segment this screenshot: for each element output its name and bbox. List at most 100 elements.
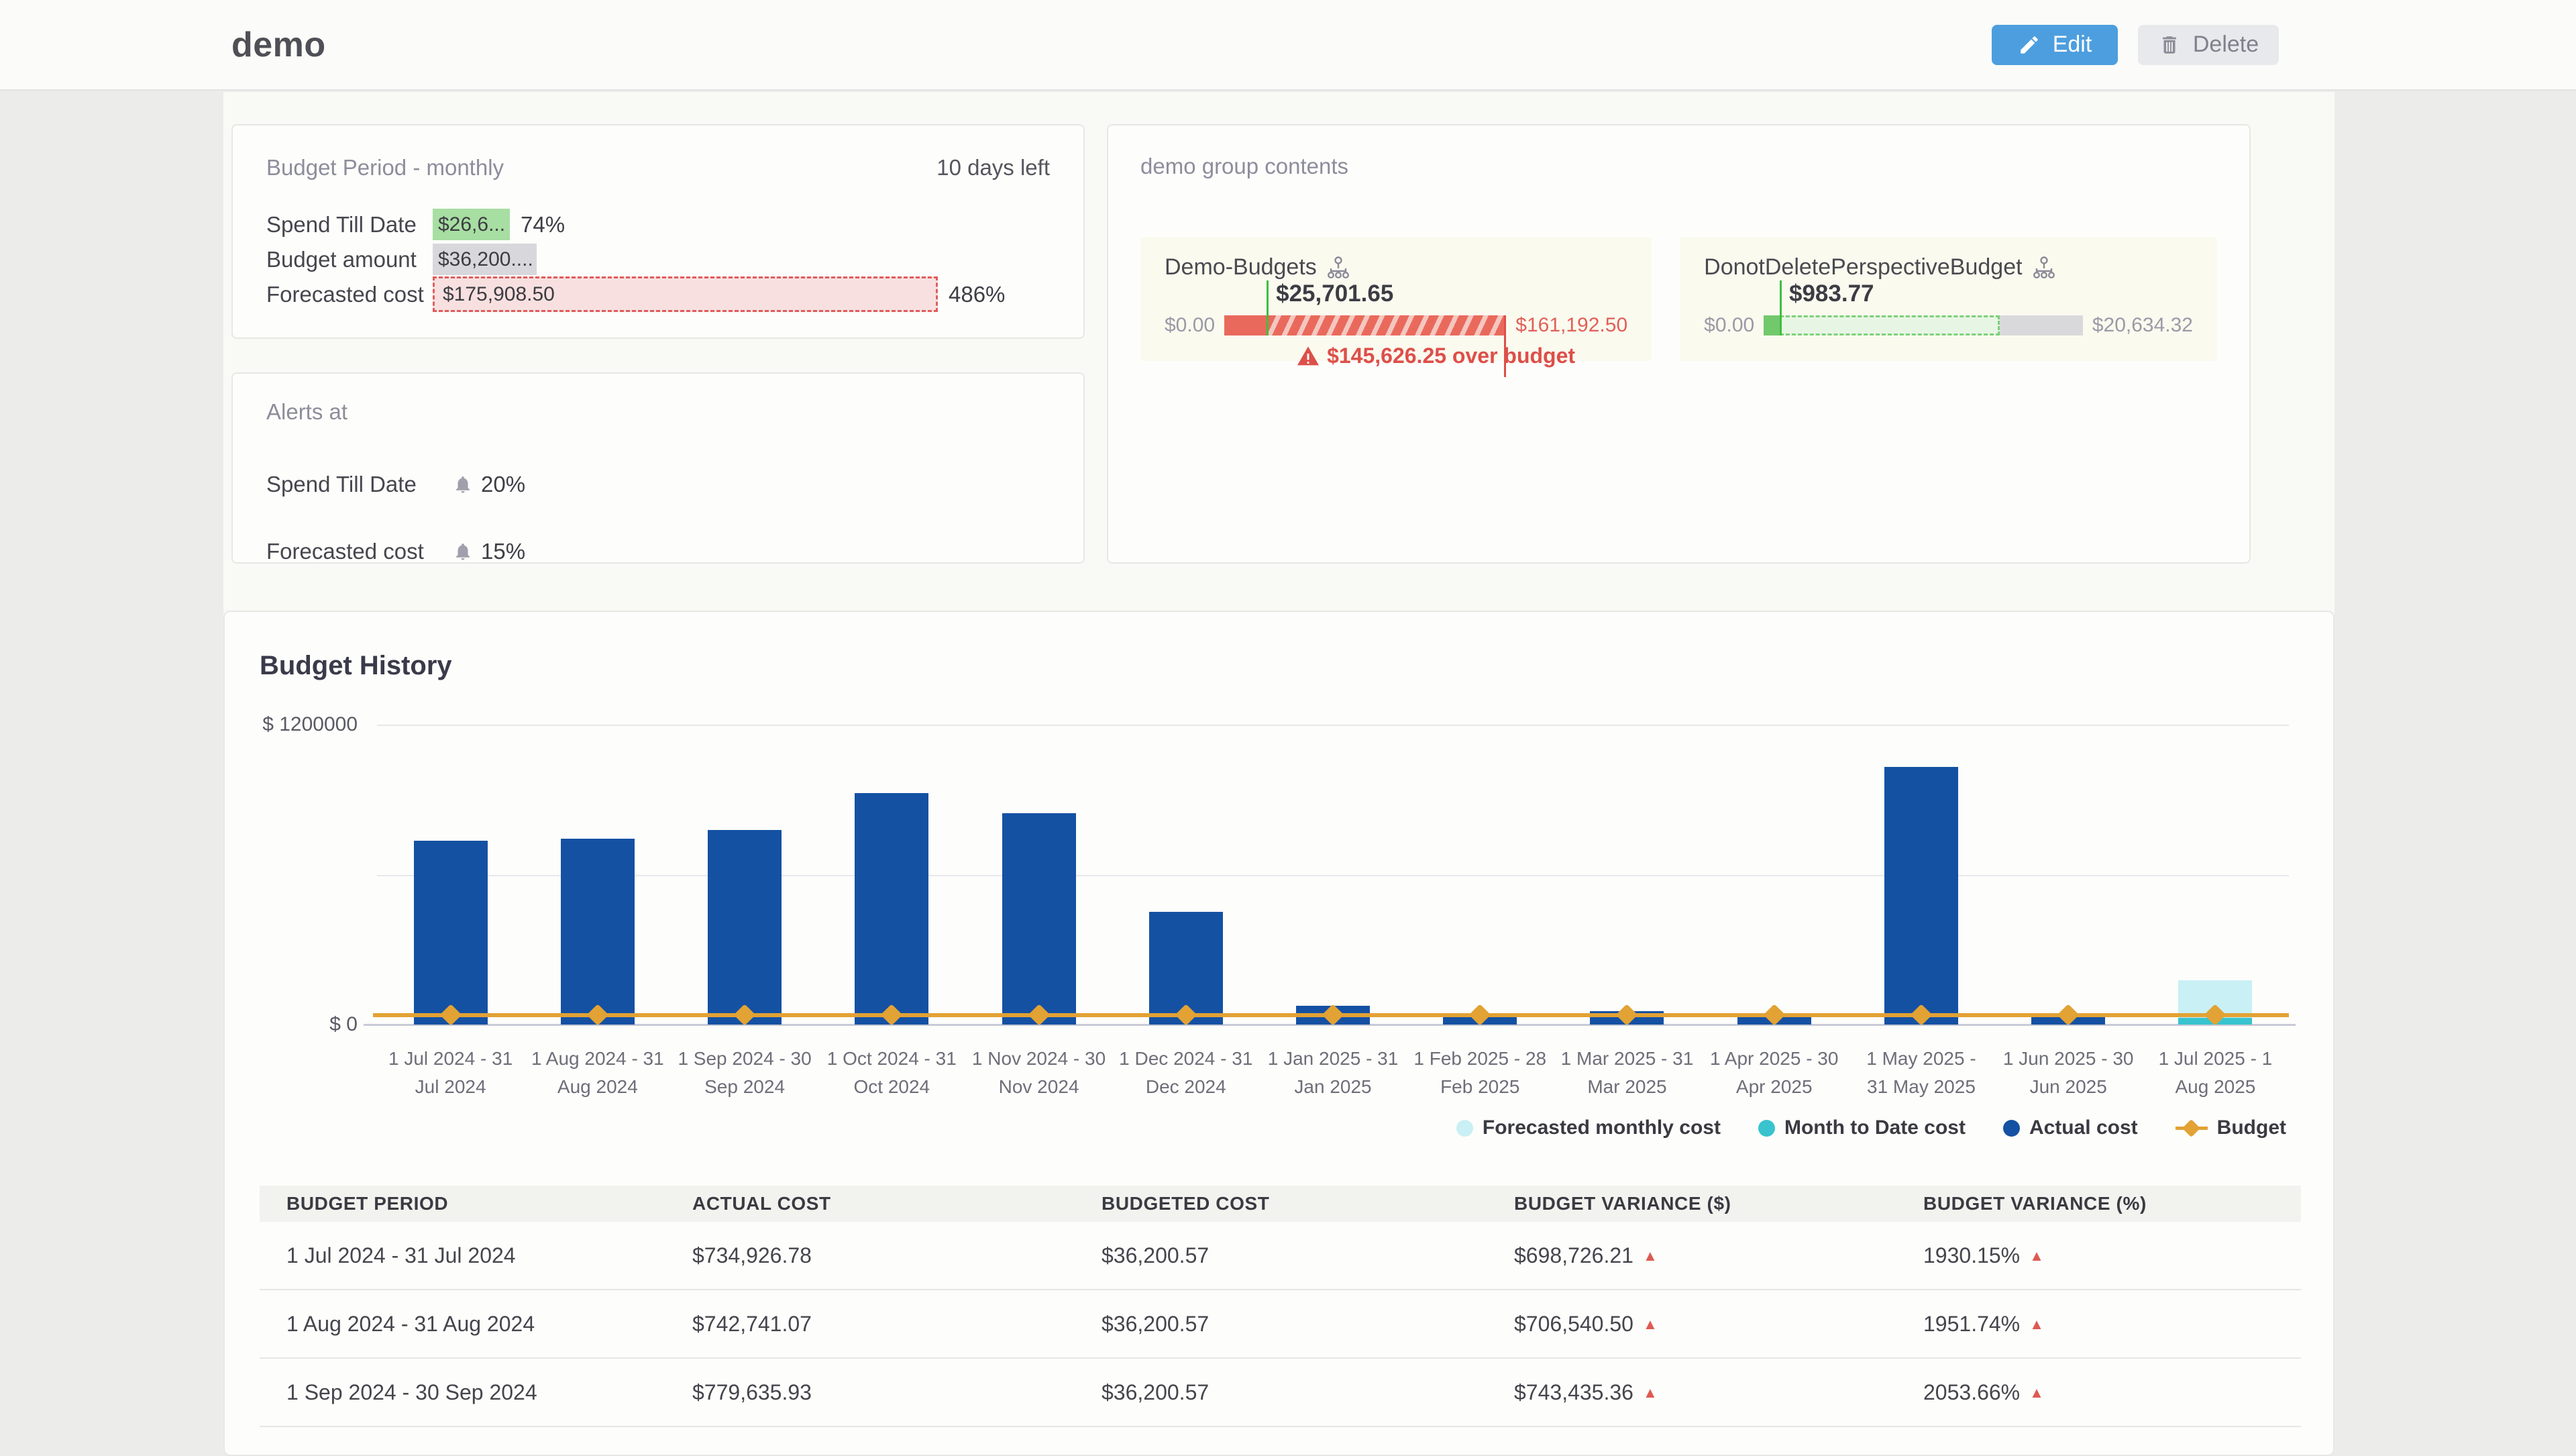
table-header-cell: BUDGET VARIANCE (%): [1923, 1186, 2301, 1222]
budget-period-percent-label: 74%: [521, 212, 565, 238]
table-header-cell: BUDGET VARIANCE ($): [1514, 1186, 1923, 1222]
actual-cost-bar[interactable]: [1002, 813, 1076, 1025]
x-axis-label: 1 Dec 2024 - 31 Dec 2024: [1112, 1045, 1259, 1101]
bar-max-label: $161,192.50: [1515, 314, 1627, 337]
delete-button-label: Delete: [2193, 32, 2259, 58]
alert-threshold-value: 15%: [481, 539, 525, 564]
x-axis-label-text: 1 Oct 2024 - 31 Oct 2024: [824, 1045, 959, 1101]
legend-swatch-dot: [1456, 1120, 1473, 1137]
table-row: 1 Sep 2024 - 30 Sep 2024$779,635.93$36,2…: [260, 1358, 2301, 1426]
x-axis-labels: 1 Jul 2024 - 31 Jul 20241 Aug 2024 - 31 …: [377, 1045, 2289, 1101]
budget-history-chart: [377, 725, 2289, 1025]
budget-tile-plot: $0.00$25,701.65$161,192.50: [1165, 314, 1627, 337]
actual-cost-bar[interactable]: [414, 841, 488, 1025]
y-axis-label-zero: $ 0: [244, 1013, 358, 1036]
table-row: 1 Jul 2024 - 31 Jul 2024$734,926.78$36,2…: [260, 1222, 2301, 1290]
budget-marker-tick: [1780, 280, 1782, 335]
legend-item[interactable]: Month to Date cost: [1758, 1116, 1966, 1139]
budget-marker-tick: [1267, 280, 1269, 335]
pencil-icon: [2018, 34, 2041, 56]
bar-max-label: $20,634.32: [2092, 314, 2193, 337]
x-axis-label: 1 Mar 2025 - 31 Mar 2025: [1554, 1045, 1701, 1101]
group-tiles: Demo-Budgets$0.00$25,701.65$161,192.50$1…: [1140, 237, 2217, 361]
budget-tile[interactable]: DonotDeletePerspectiveBudget $0.00 $983.77…: [1680, 237, 2217, 361]
alert-rows: Spend Till Date20% Forecasted cost 15%: [266, 472, 1050, 564]
budget-history-card: Budget History $ 1200000 $ 0 1 Jul 2024 …: [223, 611, 2334, 1456]
table-cell: $742,741.07: [692, 1290, 1102, 1358]
days-left-label: 10 days left: [936, 155, 1050, 180]
delete-button[interactable]: Delete: [2138, 25, 2279, 65]
chart-bar-slot: [818, 725, 965, 1025]
table-cell: $734,926.78: [692, 1222, 1102, 1290]
top-bar: demo Edit Delete: [0, 0, 2576, 91]
actual-cost-bar[interactable]: [855, 793, 928, 1025]
x-axis-label: 1 Jul 2025 - 1 Aug 2025: [2142, 1045, 2289, 1101]
x-axis-label: 1 May 2025 - 31 May 2025: [1847, 1045, 1994, 1101]
chart-bar-slot: [2142, 725, 2289, 1025]
cell-value: $734,926.78: [692, 1243, 812, 1267]
chart-bar-slot: [377, 725, 524, 1025]
alert-row: Spend Till Date20%: [266, 472, 1050, 497]
budget-tile-amount: $983.77: [1789, 280, 1874, 307]
variance-cell: $698,726.21▲: [1514, 1222, 1923, 1290]
chart-bar-slot: [1847, 725, 1994, 1025]
actual-cost-bar[interactable]: [1884, 767, 1958, 1025]
table-cell: 1 Aug 2024 - 31 Aug 2024: [260, 1290, 692, 1358]
x-axis-label-text: 1 Jul 2025 - 1 Aug 2025: [2148, 1045, 2282, 1101]
variance-cell: 2053.66% ▲: [1923, 1358, 2301, 1426]
x-axis-label-text: 1 Aug 2024 - 31 Aug 2024: [531, 1045, 665, 1101]
alert-row-label: Forecasted cost: [266, 539, 453, 564]
alerts-title: Alerts at: [266, 399, 347, 424]
cell-value: $779,635.93: [692, 1380, 812, 1404]
table-header-cell: ACTUAL COST: [692, 1186, 1102, 1222]
chart-bar-slot: [1995, 725, 2142, 1025]
legend-item[interactable]: Actual cost: [2003, 1116, 2138, 1139]
variance-value: $743,435.36: [1514, 1380, 1633, 1404]
legend-budget-diamond: [2182, 1119, 2200, 1137]
hierarchy-icon: [1326, 256, 1350, 280]
variance-up-triangle-icon: ▲: [1643, 1316, 1658, 1333]
x-axis-label-text: 1 Nov 2024 - 30 Nov 2024: [972, 1045, 1106, 1101]
cell-value: 1 Aug 2024 - 31 Aug 2024: [286, 1312, 535, 1336]
alert-threshold-value: 20%: [481, 472, 525, 497]
y-axis-label-max: $ 1200000: [244, 713, 358, 736]
bar-min-label: $0.00: [1704, 314, 1754, 337]
legend-item[interactable]: Forecasted monthly cost: [1456, 1116, 1721, 1139]
edit-button[interactable]: Edit: [1992, 25, 2118, 65]
variance-value: 1930.15%: [1923, 1243, 2020, 1267]
budget-period-row: Spend Till Date$26,6...74%: [266, 209, 1050, 240]
variance-up-triangle-icon: ▲: [2029, 1384, 2044, 1401]
variance-up-triangle-icon: ▲: [1643, 1247, 1658, 1264]
budget-period-row: Budget amount$36,200....: [266, 244, 1050, 275]
alerts-card: Alerts at Spend Till Date20% Forecasted c…: [231, 372, 1085, 564]
legend-swatch-dot: [2003, 1120, 2020, 1137]
budget-tile-bar: $983.77: [1764, 315, 2083, 335]
budget-tile-name-row: DonotDeletePerspectiveBudget: [1704, 254, 2193, 280]
x-axis-label-text: 1 Dec 2024 - 31 Dec 2024: [1119, 1045, 1253, 1101]
budget-history-table: BUDGET PERIODACTUAL COSTBUDGETED COSTBUD…: [260, 1186, 2301, 1427]
variance-up-triangle-icon: ▲: [2029, 1247, 2044, 1264]
over-budget-note: $145,626.25 over budget: [1165, 344, 1627, 368]
table-header-cell: BUDGET PERIOD: [260, 1186, 692, 1222]
table-cell: 1 Jul 2024 - 31 Jul 2024: [260, 1222, 692, 1290]
budget-period-bar-gray: $36,200....: [433, 244, 537, 275]
legend-item[interactable]: Budget: [2176, 1116, 2286, 1139]
actual-cost-bar[interactable]: [561, 839, 635, 1025]
actual-cost-bar[interactable]: [708, 830, 782, 1025]
alert-threshold: 15%: [453, 539, 525, 564]
bar-segment-red-hatch: [1267, 315, 1506, 335]
variance-value: 2053.66%: [1923, 1380, 2020, 1404]
hierarchy-icon: [2032, 256, 2056, 280]
budget-tile-plot: $0.00 $983.77 $20,634.32: [1704, 314, 2193, 337]
budget-period-card: Budget Period - monthly 10 days left Spe…: [231, 124, 1085, 339]
x-axis-label: 1 Jan 2025 - 31 Jan 2025: [1259, 1045, 1406, 1101]
table-cell: $36,200.57: [1102, 1290, 1514, 1358]
bar-segment-red-solid: [1224, 315, 1267, 335]
x-axis-label: 1 Nov 2024 - 30 Nov 2024: [965, 1045, 1112, 1101]
chart-bar-slot: [1407, 725, 1554, 1025]
chart-bar-slot: [1259, 725, 1406, 1025]
budget-tile[interactable]: Demo-Budgets$0.00$25,701.65$161,192.50$1…: [1140, 237, 1652, 361]
chart-bar-slot: [1701, 725, 1847, 1025]
budget-tile-bar: $25,701.65: [1224, 315, 1506, 335]
x-axis-label-text: 1 Jun 2025 - 30 Jun 2025: [2001, 1045, 2135, 1101]
